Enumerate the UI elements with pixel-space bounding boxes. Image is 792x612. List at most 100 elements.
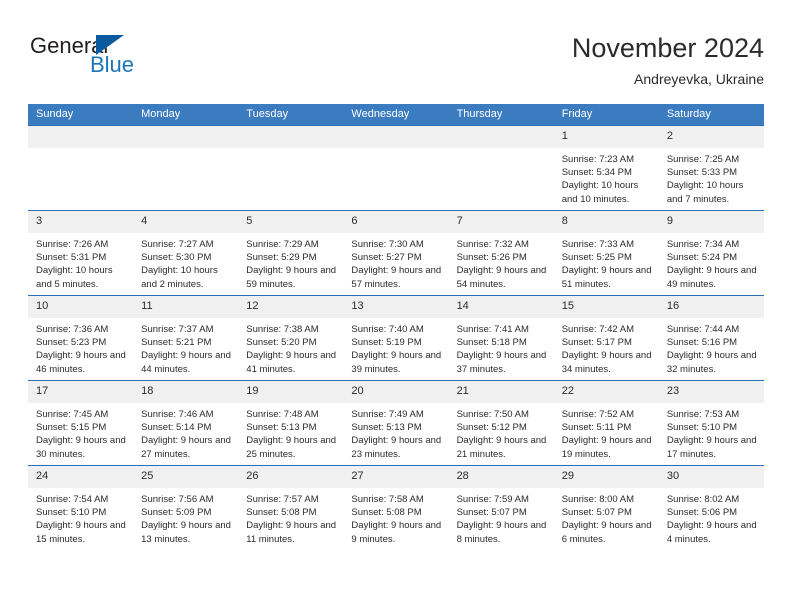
day-number: 13 — [343, 296, 449, 318]
calendar-day-cell[interactable]: 27 Sunrise: 7:58 AM Sunset: 5:08 PM Dayligh… — [343, 465, 449, 550]
calendar-day-cell[interactable]: 14 Sunrise: 7:41 AM Sunset: 5:18 PM Dayligh… — [448, 295, 554, 381]
calendar-grid: Sunday Monday Tuesday Wednesday Thursday… — [28, 104, 764, 550]
calendar-day-cell[interactable]: 5 Sunrise: 7:29 AM Sunset: 5:29 PM Daylight… — [238, 210, 344, 296]
calendar-day-cell[interactable]: 19 Sunrise: 7:48 AM Sunset: 5:13 PM Dayligh… — [238, 380, 344, 466]
day-details: Sunrise: 7:41 AM Sunset: 5:18 PM Daylight:… — [449, 318, 554, 376]
sunset-text: Sunset: 5:26 PM — [456, 252, 527, 264]
calendar-day-cell[interactable]: 25 Sunrise: 7:56 AM Sunset: 5:09 PM Dayligh… — [133, 465, 239, 550]
calendar-day-cell[interactable]: 7 Sunrise: 7:32 AM Sunset: 5:26 PM Daylight… — [448, 210, 554, 296]
calendar-day-cell[interactable]: 24 Sunrise: 7:54 AM Sunset: 5:10 PM Dayligh… — [28, 465, 134, 550]
day-details: Sunrise: 7:45 AM Sunset: 5:15 PM Daylight:… — [28, 403, 133, 461]
sunset-text: Sunset: 5:21 PM — [141, 337, 212, 349]
calendar-day-cell-empty — [343, 125, 449, 211]
daylight-text: Daylight: 9 hours and 41 minutes. — [246, 350, 337, 375]
daylight-text: Daylight: 9 hours and 15 minutes. — [36, 520, 126, 545]
sunrise-text: Sunrise: 7:23 AM — [561, 154, 635, 165]
day-number: 16 — [658, 296, 764, 318]
day-number: 20 — [343, 381, 449, 403]
calendar-day-cell[interactable]: 16 Sunrise: 7:44 AM Sunset: 5:16 PM Dayligh… — [658, 295, 764, 381]
sunset-text: Sunset: 5:15 PM — [36, 422, 107, 434]
day-details: Sunrise: 7:26 AM Sunset: 5:31 PM Daylight:… — [28, 233, 133, 291]
day-number: 15 — [553, 296, 659, 318]
calendar-day-cell[interactable]: 8 Sunrise: 7:33 AM Sunset: 5:25 PM Daylight… — [553, 210, 659, 296]
sunset-text: Sunset: 5:23 PM — [36, 337, 107, 349]
calendar-day-cell[interactable]: 6 Sunrise: 7:30 AM Sunset: 5:27 PM Daylight… — [343, 210, 449, 296]
sunrise-text: Sunrise: 7:58 AM — [351, 494, 424, 505]
calendar-day-cell[interactable]: 13 Sunrise: 7:40 AM Sunset: 5:19 PM Dayligh… — [343, 295, 449, 381]
day-number: 2 — [658, 126, 764, 148]
day-number: 27 — [343, 466, 449, 488]
daylight-text: Daylight: 9 hours and 17 minutes. — [666, 435, 757, 460]
daylight-text: Daylight: 10 hours and 10 minutes. — [561, 180, 639, 205]
daylight-text: Daylight: 9 hours and 39 minutes. — [351, 350, 442, 375]
daylight-text: Daylight: 9 hours and 51 minutes. — [561, 265, 652, 290]
day-number: 12 — [238, 296, 344, 318]
daylight-text: Daylight: 9 hours and 44 minutes. — [141, 350, 231, 375]
calendar-day-cell[interactable]: 3 Sunrise: 7:26 AM Sunset: 5:31 PM Daylight… — [28, 210, 134, 296]
calendar-day-cell[interactable]: 21 Sunrise: 7:50 AM Sunset: 5:12 PM Dayligh… — [448, 380, 554, 466]
calendar-day-cell[interactable]: 9 Sunrise: 7:34 AM Sunset: 5:24 PM Daylight… — [658, 210, 764, 296]
sunrise-text: Sunrise: 7:41 AM — [456, 324, 529, 335]
sunrise-text: Sunrise: 7:26 AM — [36, 239, 109, 250]
sunrise-text: Sunrise: 7:34 AM — [666, 239, 740, 250]
sunrise-text: Sunrise: 7:53 AM — [666, 409, 740, 420]
daylight-text: Daylight: 9 hours and 11 minutes. — [246, 520, 337, 545]
calendar-day-cell[interactable]: 1 Sunrise: 7:23 AM Sunset: 5:34 PM Daylight… — [553, 125, 659, 211]
sunset-text: Sunset: 5:13 PM — [351, 422, 422, 434]
calendar-day-cell[interactable]: 15 Sunrise: 7:42 AM Sunset: 5:17 PM Dayligh… — [553, 295, 659, 381]
day-details: Sunrise: 7:53 AM Sunset: 5:10 PM Daylight:… — [659, 403, 764, 461]
sunset-text: Sunset: 5:12 PM — [456, 422, 527, 434]
calendar-day-cell[interactable]: 20 Sunrise: 7:49 AM Sunset: 5:13 PM Dayligh… — [343, 380, 449, 466]
calendar-day-cell[interactable]: 12 Sunrise: 7:38 AM Sunset: 5:20 PM Dayligh… — [238, 295, 344, 381]
calendar-week-row: 1 Sunrise: 7:23 AM Sunset: 5:34 PM Daylight… — [28, 125, 764, 211]
sunrise-text: Sunrise: 7:49 AM — [351, 409, 424, 420]
day-number: 18 — [133, 381, 239, 403]
day-details: Sunrise: 7:30 AM Sunset: 5:27 PM Daylight:… — [343, 233, 448, 291]
day-details: Sunrise: 7:40 AM Sunset: 5:19 PM Daylight:… — [343, 318, 448, 376]
sunset-text: Sunset: 5:16 PM — [666, 337, 738, 349]
sunset-text: Sunset: 5:08 PM — [351, 507, 422, 519]
calendar-day-cell[interactable]: 4 Sunrise: 7:27 AM Sunset: 5:30 PM Daylight… — [133, 210, 239, 296]
calendar-day-cell[interactable]: 18 Sunrise: 7:46 AM Sunset: 5:14 PM Dayligh… — [133, 380, 239, 466]
daylight-text: Daylight: 9 hours and 9 minutes. — [351, 520, 442, 545]
day-number: 3 — [28, 211, 134, 233]
day-number — [133, 126, 239, 148]
day-number: 9 — [658, 211, 764, 233]
sunrise-text: Sunrise: 7:40 AM — [351, 324, 424, 335]
calendar-day-cell-empty — [28, 125, 134, 211]
calendar-day-cell[interactable]: 10 Sunrise: 7:36 AM Sunset: 5:23 PM Dayligh… — [28, 295, 134, 381]
day-details: Sunrise: 7:58 AM Sunset: 5:08 PM Daylight:… — [343, 488, 448, 546]
calendar-day-cell[interactable]: 29 Sunrise: 8:00 AM Sunset: 5:07 PM Dayligh… — [553, 465, 659, 550]
day-number: 28 — [448, 466, 554, 488]
day-details: Sunrise: 7:49 AM Sunset: 5:13 PM Daylight:… — [343, 403, 448, 461]
weekday-header-tuesday: Tuesday — [238, 104, 344, 126]
calendar-day-cell[interactable]: 2 Sunrise: 7:25 AM Sunset: 5:33 PM Daylight… — [658, 125, 764, 211]
calendar-day-cell[interactable]: 17 Sunrise: 7:45 AM Sunset: 5:15 PM Dayligh… — [28, 380, 134, 466]
day-details: Sunrise: 7:38 AM Sunset: 5:20 PM Daylight:… — [238, 318, 343, 376]
calendar-day-cell[interactable]: 22 Sunrise: 7:52 AM Sunset: 5:11 PM Dayligh… — [553, 380, 659, 466]
daylight-text: Daylight: 9 hours and 6 minutes. — [561, 520, 652, 545]
sunset-text: Sunset: 5:17 PM — [561, 337, 632, 349]
daylight-text: Daylight: 9 hours and 4 minutes. — [666, 520, 757, 545]
day-details: Sunrise: 7:52 AM Sunset: 5:11 PM Daylight:… — [554, 403, 659, 461]
sunset-text: Sunset: 5:08 PM — [246, 507, 317, 519]
sunset-text: Sunset: 5:25 PM — [561, 252, 632, 264]
sunset-text: Sunset: 5:13 PM — [246, 422, 317, 434]
day-number: 4 — [133, 211, 239, 233]
sunset-text: Sunset: 5:31 PM — [36, 252, 107, 264]
weekday-header-friday: Friday — [553, 104, 659, 126]
sunrise-text: Sunrise: 7:29 AM — [246, 239, 319, 250]
sunrise-text: Sunrise: 7:38 AM — [246, 324, 319, 335]
calendar-page: General Blue November 2024 Andreyevka, U… — [0, 0, 792, 612]
calendar-day-cell-empty — [448, 125, 554, 211]
calendar-day-cell[interactable]: 30 Sunrise: 8:02 AM Sunset: 5:06 PM Dayligh… — [658, 465, 764, 550]
calendar-day-cell[interactable]: 23 Sunrise: 7:53 AM Sunset: 5:10 PM Dayligh… — [658, 380, 764, 466]
sunset-text: Sunset: 5:30 PM — [141, 252, 212, 264]
day-number: 6 — [343, 211, 449, 233]
general-blue-logo[interactable]: General Blue — [28, 32, 228, 90]
calendar-day-cell[interactable]: 26 Sunrise: 7:57 AM Sunset: 5:08 PM Dayligh… — [238, 465, 344, 550]
calendar-day-cell[interactable]: 28 Sunrise: 7:59 AM Sunset: 5:07 PM Dayligh… — [448, 465, 554, 550]
day-number — [28, 126, 134, 148]
day-details: Sunrise: 7:50 AM Sunset: 5:12 PM Daylight:… — [449, 403, 554, 461]
calendar-day-cell[interactable]: 11 Sunrise: 7:37 AM Sunset: 5:21 PM Dayligh… — [133, 295, 239, 381]
